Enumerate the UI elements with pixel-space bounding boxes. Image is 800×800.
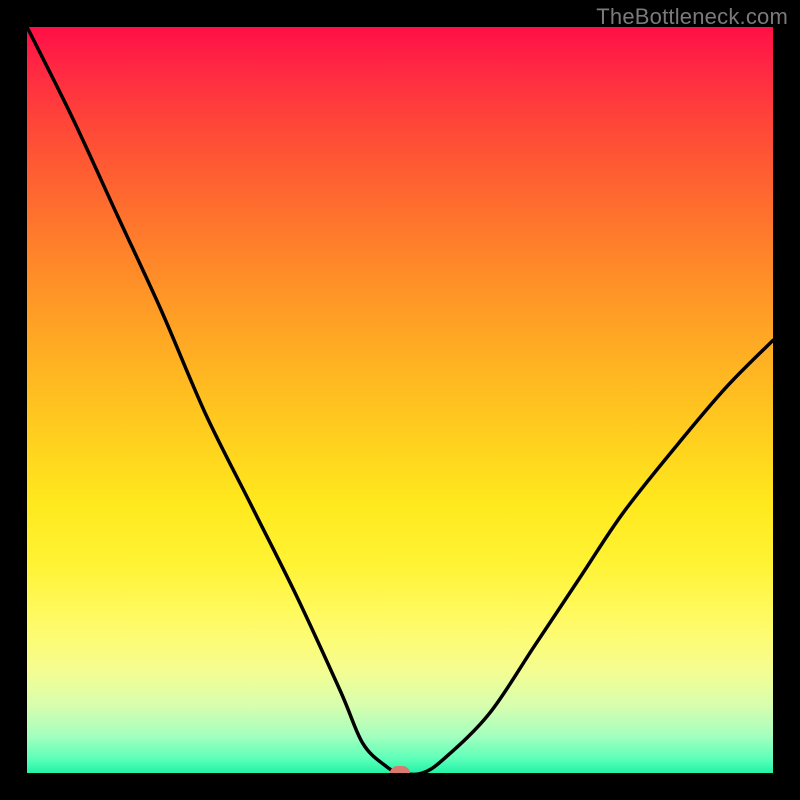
bottleneck-curve bbox=[27, 27, 773, 773]
curve-path bbox=[27, 27, 773, 773]
chart-frame: TheBottleneck.com bbox=[0, 0, 800, 800]
optimal-point-marker bbox=[390, 766, 410, 773]
plot-area bbox=[27, 27, 773, 773]
watermark-text: TheBottleneck.com bbox=[596, 4, 788, 30]
